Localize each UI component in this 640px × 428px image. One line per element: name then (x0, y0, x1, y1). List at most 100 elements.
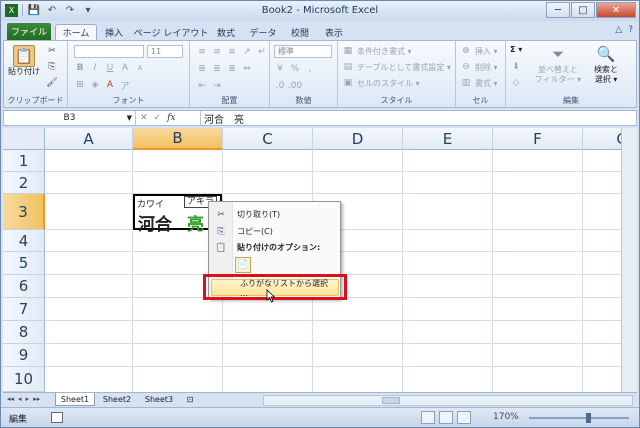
cell-styles-button[interactable]: ▣ セルのスタイル ▾ (342, 77, 420, 89)
page-layout-view-button[interactable] (439, 411, 453, 424)
prev-sheet-icon[interactable]: ◂ (18, 395, 22, 403)
shrink-font-button[interactable]: A (134, 62, 146, 74)
fill-color-icon[interactable]: ◈ (89, 79, 101, 91)
autosum-button[interactable]: Σ ▾ (510, 45, 522, 54)
select-all-corner[interactable] (3, 128, 45, 150)
tab-data[interactable]: データ (245, 24, 281, 40)
column-header-a[interactable]: A (45, 128, 133, 150)
tab-home[interactable]: ホーム (55, 24, 97, 40)
align-center-icon[interactable]: ≣ (211, 63, 223, 75)
last-sheet-icon[interactable]: ▸▸ (33, 395, 40, 403)
next-sheet-icon[interactable]: ▸ (26, 395, 30, 403)
formula-input[interactable]: 河合 亮 (200, 111, 636, 126)
vertical-scrollbar[interactable] (621, 128, 637, 392)
fill-button[interactable]: ⬇ (510, 61, 522, 73)
row-header-8[interactable]: 8 (3, 321, 45, 344)
tab-file[interactable]: ファイル (7, 23, 51, 40)
find-select-button[interactable]: 🔍 検索と 選択 ▾ (584, 43, 628, 85)
row-header-6[interactable]: 6 (3, 275, 45, 298)
row-header-5[interactable]: 5 (3, 252, 45, 275)
delete-cells-button[interactable]: ⊖ 削除 ▾ (460, 61, 497, 73)
align-bottom-icon[interactable]: ≡ (226, 46, 238, 58)
insert-cells-button[interactable]: ⊕ 挿入 ▾ (460, 45, 497, 57)
zoom-slider[interactable] (529, 417, 629, 419)
tab-view[interactable]: 表示 (319, 24, 349, 40)
tab-insert[interactable]: 挿入 (99, 24, 129, 40)
row-header-7[interactable]: 7 (3, 298, 45, 321)
cancel-icon[interactable]: ✕ (140, 113, 148, 123)
font-color-icon[interactable]: A (104, 79, 116, 91)
name-box[interactable]: B3 ▼ (4, 111, 136, 125)
row-header-1[interactable]: 1 (3, 150, 45, 172)
normal-view-button[interactable] (421, 411, 435, 424)
zoom-level[interactable]: 170% (493, 412, 519, 422)
page-break-view-button[interactable] (457, 411, 471, 424)
sheet-tab-sheet3[interactable]: Sheet3 (139, 393, 179, 406)
tab-page-layout[interactable]: ページ レイアウト (133, 24, 209, 40)
row-header-9[interactable]: 9 (3, 344, 45, 367)
tab-review[interactable]: 校閲 (285, 24, 315, 40)
increase-indent-icon[interactable]: ⇥ (211, 80, 223, 92)
zoom-slider-thumb[interactable] (586, 413, 591, 423)
maximize-button[interactable]: □ (571, 2, 595, 18)
wrap-text-icon[interactable]: ↵ (256, 46, 268, 58)
clear-button[interactable]: ◇ (510, 77, 522, 89)
enter-icon[interactable]: ✓ (154, 113, 162, 123)
border-icon[interactable]: ⊞ (74, 79, 86, 91)
grow-font-button[interactable]: A (119, 62, 131, 74)
column-header-d[interactable]: D (313, 128, 403, 150)
number-format-dropdown[interactable]: 標準 (274, 45, 332, 58)
bold-button[interactable]: B (74, 62, 86, 74)
decrease-indent-icon[interactable]: ⇤ (196, 80, 208, 92)
format-as-table-button[interactable]: ▤ テーブルとして書式設定 ▾ (342, 61, 451, 73)
format-painter-icon[interactable]: 🖌 (46, 77, 58, 89)
column-header-b[interactable]: B (133, 128, 223, 150)
name-box-dropdown-icon[interactable]: ▼ (127, 114, 132, 122)
first-sheet-icon[interactable]: ◂◂ (7, 395, 14, 403)
decrease-decimal-icon[interactable]: .00 (288, 80, 302, 92)
close-button[interactable]: ✕ (596, 2, 636, 18)
sheet-tab-sheet2[interactable]: Sheet2 (97, 393, 137, 406)
menu-item-copy[interactable]: ⎘ コピー(C) (209, 223, 340, 240)
minimize-button[interactable]: ─ (546, 2, 570, 18)
column-header-f[interactable]: F (493, 128, 583, 150)
format-cells-button[interactable]: ▥ 書式 ▾ (460, 77, 498, 89)
comma-icon[interactable]: , (304, 63, 316, 75)
macro-record-icon[interactable] (51, 412, 63, 423)
copy-icon[interactable]: ⎘ (46, 61, 58, 73)
row-header-3[interactable]: 3 (3, 194, 45, 230)
insert-function-icon[interactable]: fx (167, 113, 175, 123)
tab-formulas[interactable]: 数式 (211, 24, 241, 40)
italic-button[interactable]: I (89, 62, 101, 74)
menu-item-cut[interactable]: ✂ 切り取り(T) (209, 206, 340, 223)
font-name-dropdown[interactable] (74, 45, 144, 58)
column-header-e[interactable]: E (403, 128, 493, 150)
phonetic-icon[interactable]: ア (119, 79, 131, 92)
row-header-4[interactable]: 4 (3, 230, 45, 252)
column-header-g[interactable]: G (583, 128, 623, 150)
increase-decimal-icon[interactable]: .0 (274, 80, 286, 92)
cut-icon[interactable]: ✂ (46, 45, 58, 57)
percent-icon[interactable]: % (289, 63, 301, 75)
row-header-10[interactable]: 10 (3, 367, 45, 392)
conditional-format-button[interactable]: ▦ 条件付き書式 ▾ (342, 45, 412, 57)
horizontal-scrollbar[interactable] (263, 395, 633, 406)
minimize-ribbon-icon[interactable]: △ (615, 25, 622, 35)
currency-icon[interactable]: ¥ (274, 63, 286, 75)
align-left-icon[interactable]: ≣ (196, 63, 208, 75)
column-header-c[interactable]: C (223, 128, 313, 150)
help-icon[interactable]: ? (628, 25, 633, 35)
orientation-icon[interactable]: ↗ (241, 46, 253, 58)
horizontal-scroll-thumb[interactable] (382, 397, 400, 404)
align-middle-icon[interactable]: ≡ (211, 46, 223, 58)
merge-icon[interactable]: ⇔ (241, 63, 253, 75)
row-header-2[interactable]: 2 (3, 172, 45, 194)
font-size-dropdown[interactable]: 11 (147, 45, 183, 58)
paste-button[interactable]: 📋 貼り付け (8, 45, 40, 77)
underline-button[interactable]: U (104, 62, 116, 74)
align-top-icon[interactable]: ≡ (196, 46, 208, 58)
align-right-icon[interactable]: ≣ (226, 63, 238, 75)
insert-sheet-icon[interactable]: ⊡ (181, 393, 199, 406)
sort-filter-button[interactable]: ⏷ 並べ替えと フィルター ▾ (535, 43, 581, 85)
paste-option-button[interactable]: 📄 (235, 257, 251, 273)
